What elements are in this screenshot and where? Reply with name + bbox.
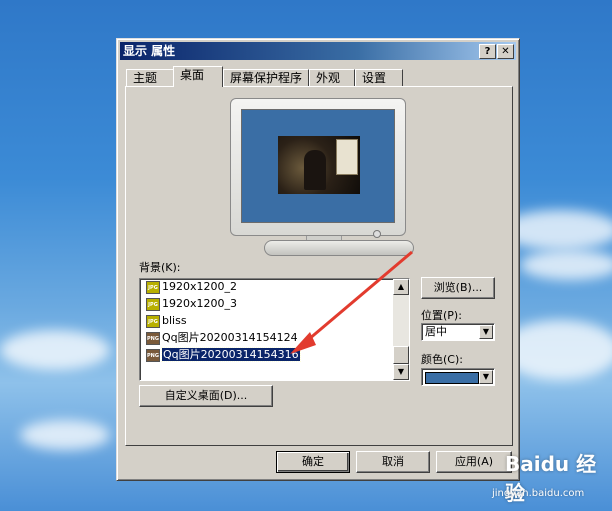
- tab-desktop[interactable]: 桌面: [173, 66, 223, 87]
- annotation-arrow: [290, 250, 413, 354]
- watermark-url: jingyan.baidu.com: [492, 488, 585, 499]
